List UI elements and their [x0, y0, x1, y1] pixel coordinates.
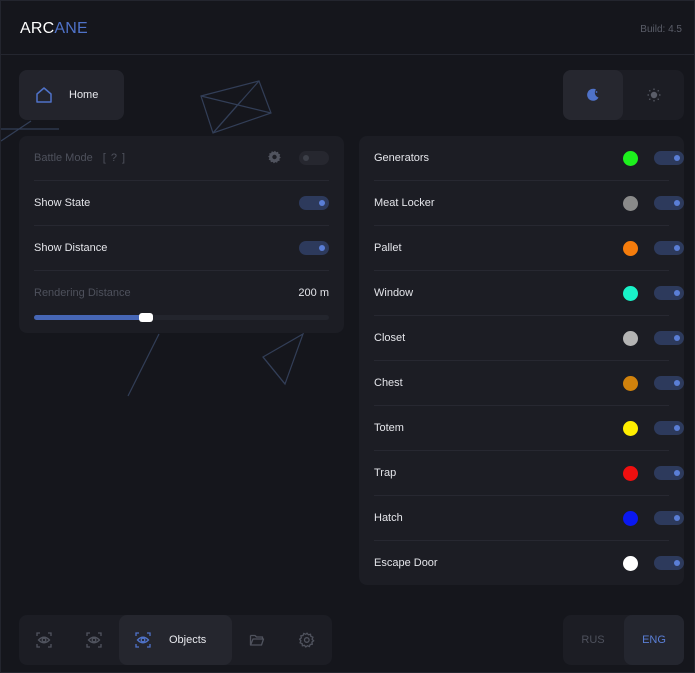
show-state-label: Show State [34, 197, 91, 209]
object-toggle[interactable] [654, 466, 684, 480]
color-swatch[interactable] [623, 556, 638, 571]
sun-icon [647, 88, 661, 102]
nav-settings-button[interactable] [282, 615, 332, 665]
battle-mode-help[interactable]: [ ? ] [103, 152, 126, 164]
language-switch: RUS ENG [563, 615, 684, 665]
theme-switch [563, 70, 684, 120]
object-toggle[interactable] [654, 511, 684, 525]
object-row: Escape Door [374, 541, 684, 586]
object-row: Hatch [374, 496, 684, 541]
object-label: Closet [374, 332, 406, 344]
battle-mode-label: Battle Mode[ ? ] [34, 152, 127, 164]
objects-label: Objects [169, 634, 207, 646]
settings-panel: Battle Mode[ ? ] Show State Show Distanc… [19, 136, 344, 333]
folder-icon [249, 634, 265, 646]
gear-icon [299, 632, 315, 648]
theme-dark-button[interactable] [563, 70, 623, 120]
show-state-toggle[interactable] [299, 196, 329, 210]
rendering-distance-value: 200 m [298, 287, 329, 299]
slider-fill [34, 315, 147, 320]
theme-light-button[interactable] [624, 70, 684, 120]
home-icon [36, 87, 52, 103]
color-swatch[interactable] [623, 376, 638, 391]
object-toggle[interactable] [654, 556, 684, 570]
object-row: Window [374, 271, 684, 316]
build-version: Build: 4.5 [640, 24, 682, 35]
object-toggle[interactable] [654, 286, 684, 300]
show-distance-row: Show Distance [34, 226, 329, 271]
object-toggle[interactable] [654, 241, 684, 255]
color-swatch[interactable] [623, 421, 638, 436]
nav-objects-button[interactable]: Objects [119, 615, 232, 665]
object-label: Meat Locker [374, 197, 435, 209]
object-toggle[interactable] [654, 421, 684, 435]
object-row: Closet [374, 316, 684, 361]
object-label: Trap [374, 467, 397, 479]
object-toggle[interactable] [654, 376, 684, 390]
title-bar: ARCANE Build: 4.5 [1, 1, 694, 55]
object-label: Escape Door [374, 557, 438, 569]
logo-primary: ARC [20, 20, 55, 37]
nav-players-button[interactable] [69, 615, 119, 665]
lang-rus-button[interactable]: RUS [563, 615, 623, 665]
color-swatch[interactable] [623, 286, 638, 301]
color-swatch[interactable] [623, 151, 638, 166]
color-swatch[interactable] [623, 466, 638, 481]
color-swatch[interactable] [623, 511, 638, 526]
object-label: Chest [374, 377, 403, 389]
object-row: Trap [374, 451, 684, 496]
object-row: Pallet [374, 226, 684, 271]
bottom-nav: Objects [19, 615, 332, 665]
object-label: Window [374, 287, 414, 299]
home-label: Home [69, 89, 99, 101]
battle-mode-row: Battle Mode[ ? ] [34, 136, 329, 181]
show-distance-toggle[interactable] [299, 241, 329, 255]
show-distance-label: Show Distance [34, 242, 108, 254]
object-toggle[interactable] [654, 196, 684, 210]
eye-scan-icon [135, 632, 151, 648]
home-button[interactable]: Home [19, 70, 124, 120]
rendering-distance-label: Rendering Distance [34, 287, 131, 299]
object-row: Meat Locker [374, 181, 684, 226]
lang-eng-button[interactable]: ENG [624, 615, 684, 665]
nav-configs-button[interactable] [232, 615, 282, 665]
object-label: Generators [374, 152, 430, 164]
objects-panel: Generators Meat Locker Pallet Window Closet C… [359, 136, 684, 585]
color-swatch[interactable] [623, 241, 638, 256]
object-toggle[interactable] [654, 151, 684, 165]
object-row: Generators [374, 136, 684, 181]
object-row: Totem [374, 406, 684, 451]
object-label: Totem [374, 422, 404, 434]
object-row: Chest [374, 361, 684, 406]
logo-accent: ANE [54, 20, 88, 37]
gear-icon[interactable] [268, 150, 282, 164]
app-window: ARCANE Build: 4.5 Home Battle Mode [?]… [0, 0, 695, 673]
rendering-distance-row: Rendering Distance 200 m [34, 271, 329, 331]
rendering-distance-slider[interactable] [34, 313, 329, 322]
object-label: Hatch [374, 512, 403, 524]
battle-mode-toggle[interactable] [299, 151, 329, 165]
nav-visuals-button[interactable] [19, 615, 69, 665]
moon-icon [587, 88, 599, 101]
color-swatch[interactable] [623, 331, 638, 346]
show-state-row: Show State [34, 181, 329, 226]
eye-scan-icon [86, 632, 102, 648]
color-swatch[interactable] [623, 196, 638, 211]
slider-thumb[interactable] [139, 313, 154, 322]
object-toggle[interactable] [654, 331, 684, 345]
object-label: Pallet [374, 242, 402, 254]
app-logo: ARCANE [20, 20, 88, 38]
eye-scan-icon [36, 632, 52, 648]
